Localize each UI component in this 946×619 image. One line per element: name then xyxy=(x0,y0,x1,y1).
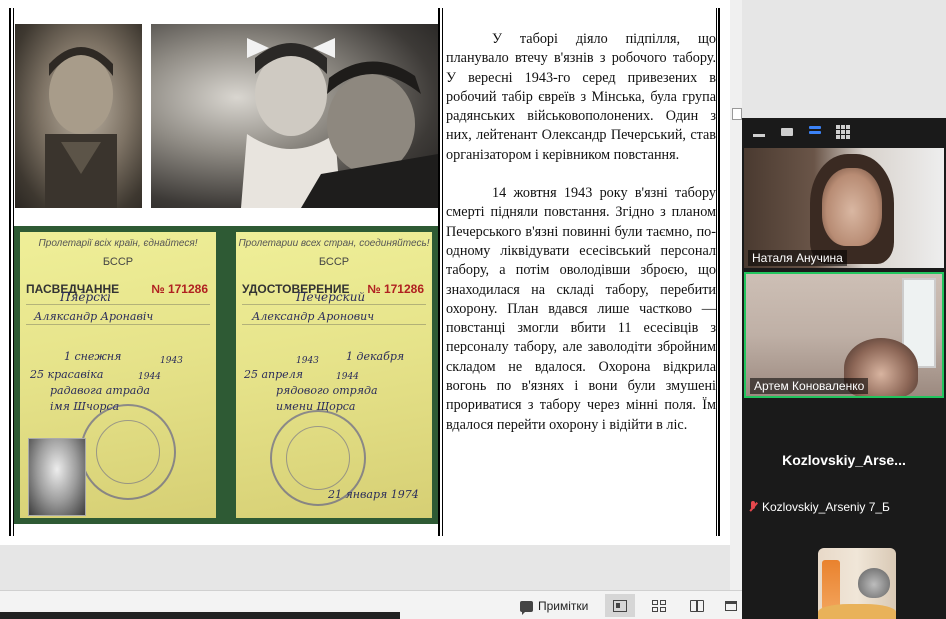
doc-left-stamp-inner xyxy=(96,420,160,484)
portrait-image xyxy=(45,47,117,208)
participant-avatar-tile[interactable] xyxy=(818,548,896,619)
doc-right-date2: 25 апреля xyxy=(244,368,303,381)
doc-right-detachment: рядового отряда xyxy=(276,384,378,397)
doc-right-republic: БССР xyxy=(318,256,350,268)
doc-right-stamp-inner xyxy=(286,426,350,490)
notes-icon xyxy=(520,600,533,615)
portrait-photo[interactable] xyxy=(15,24,142,208)
doc-left-detachment: радавога атрада xyxy=(50,384,150,397)
reading-view-button[interactable] xyxy=(682,594,712,617)
strip-bar xyxy=(809,126,821,129)
doc-right-signed-date: 21 января 1974 xyxy=(328,488,419,501)
doc-right-year2: 1944 xyxy=(336,372,359,382)
zoom-video-panel: Наталя Анучина Артем Коноваленко Kozlovs… xyxy=(742,118,946,619)
participant-name: Артем Коноваленко xyxy=(750,378,869,394)
strip-view-icon xyxy=(809,126,821,138)
scrollbar-thumb[interactable] xyxy=(732,108,742,120)
doc-right-year1: 1943 xyxy=(296,356,319,366)
strip-view-button[interactable] xyxy=(806,123,824,141)
taskbar-edge xyxy=(0,612,400,619)
speaker-view-button[interactable] xyxy=(778,123,796,141)
doc-left-date1: 1 снежня xyxy=(64,350,122,363)
reading-view-icon xyxy=(690,599,704,612)
sorter-cell xyxy=(652,599,658,605)
border-line-right-2 xyxy=(718,8,720,536)
doc-left-name: Пяёрскі xyxy=(60,290,111,304)
slide-sorter-icon xyxy=(652,599,666,612)
doc-left-republic: БССР xyxy=(102,256,134,268)
doc-right-date1: 1 декабря xyxy=(346,350,405,363)
border-line-right xyxy=(716,8,717,536)
grid-cell xyxy=(841,135,845,139)
sorter-cell xyxy=(652,606,658,612)
gallery-view-button[interactable] xyxy=(834,123,852,141)
normal-view-button[interactable] xyxy=(605,594,635,617)
family-photo[interactable] xyxy=(151,24,438,208)
participant-name: Наталя Анучина xyxy=(748,250,847,266)
pizza xyxy=(818,604,896,619)
participant-tile[interactable]: Наталя Анучина xyxy=(744,148,944,268)
grid-cell xyxy=(846,135,850,139)
doc-right-given-name: Александр Аронович xyxy=(252,310,375,323)
grid-cell xyxy=(836,125,840,129)
vertical-scrollbar[interactable] xyxy=(730,0,742,590)
doc-left-header: Пролетарії всіх країн, єднайтеся! xyxy=(38,238,198,249)
border-line-left xyxy=(9,8,11,536)
border-line-mid xyxy=(438,8,440,536)
doc-right-line xyxy=(242,304,426,305)
slide-text-box[interactable]: У таборі діяло підпілля, що планувало вт… xyxy=(446,30,716,454)
slideshow-button[interactable] xyxy=(720,594,742,617)
participant-face xyxy=(822,168,882,246)
doc-left-year2: 1944 xyxy=(138,372,161,382)
sorter-cell xyxy=(660,599,666,605)
participant-tile[interactable]: Kozlovskiy_Arse... Kozlovskiy_Arseniy 7_… xyxy=(744,402,944,532)
grid-cell xyxy=(841,130,845,134)
document-russian: Пролетарии всех стран, соединяйтесь! БСС… xyxy=(236,232,432,518)
participant-display-name: Kozlovskiy_Arse... xyxy=(782,452,906,468)
grid-cell xyxy=(846,125,850,129)
participant-label: Kozlovskiy_Arseniy 7_Б xyxy=(748,500,890,514)
grid-cell xyxy=(846,130,850,134)
minimize-icon xyxy=(753,133,765,137)
zoom-panel-toolbar xyxy=(742,118,946,146)
slideshow-icon xyxy=(725,600,737,611)
doc-right-header: Пролетарии всех стран, соединяйтесь! xyxy=(238,238,430,249)
notes-button[interactable]: Примітки xyxy=(514,596,594,616)
paragraph-underground: У таборі діяло підпілля, що планувало вт… xyxy=(446,31,716,163)
strip-bar xyxy=(809,131,821,134)
sorter-cell xyxy=(660,606,666,612)
drink-glass xyxy=(822,560,840,610)
doc-left-year1: 1943 xyxy=(160,356,183,366)
doc-left-stamp xyxy=(80,404,176,500)
participant-tile-active-speaker[interactable]: Артем Коноваленко xyxy=(744,272,944,398)
partisan-id-documents[interactable]: Пролетарії всіх країн, єднайтеся! БССР П… xyxy=(14,226,438,524)
participant-name: Kozlovskiy_Arseniy 7_Б xyxy=(762,500,890,514)
doc-left-given-name: Аляксандр Аронавіч xyxy=(34,310,154,323)
border-line-mid-2 xyxy=(442,8,443,536)
grid-cell xyxy=(836,135,840,139)
doc-left-photo xyxy=(28,438,86,516)
doc-left-date2: 25 красавіка xyxy=(30,368,104,381)
notes-label: Примітки xyxy=(538,599,589,613)
doc-right-number: № 171286 xyxy=(367,282,424,296)
cat-avatar xyxy=(858,568,890,598)
doc-left-line xyxy=(26,304,210,305)
family-image xyxy=(241,38,438,208)
doc-left-number: № 171286 xyxy=(151,282,208,296)
doc-left-line xyxy=(26,324,210,325)
grid-cell xyxy=(836,130,840,134)
slide: Пролетарії всіх країн, єднайтеся! БССР П… xyxy=(0,0,730,545)
normal-view-icon xyxy=(613,599,627,612)
doc-right-line xyxy=(242,324,426,325)
gallery-grid-icon xyxy=(836,125,850,139)
screen: Пролетарії всіх країн, єднайтеся! БССР П… xyxy=(0,0,946,619)
speaker-view-icon xyxy=(781,128,793,136)
grid-cell xyxy=(841,125,845,129)
minimize-video-button[interactable] xyxy=(750,123,768,141)
mic-muted-icon xyxy=(748,501,758,513)
doc-right-name: Печерский xyxy=(296,290,366,304)
document-belarusian: Пролетарії всіх країн, єднайтеся! БССР П… xyxy=(20,232,216,518)
slide-sorter-button[interactable] xyxy=(644,594,674,617)
paragraph-uprising: 14 жовтня 1943 року в'язні табору смерті… xyxy=(446,185,716,433)
